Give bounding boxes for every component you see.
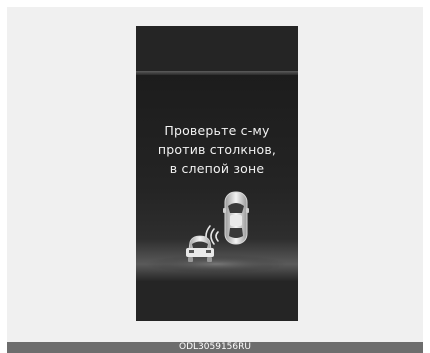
figure-caption: ODL3059156RU [7, 342, 423, 353]
warning-line-2: против столкнов, [157, 142, 277, 157]
warning-message: Проверьте с-му против столкнов, в слепой… [136, 121, 298, 178]
host-car-icon [223, 191, 249, 245]
road-glow [146, 255, 286, 273]
warning-line-3: в слепой зоне [169, 161, 265, 176]
warning-line-1: Проверьте с-му [164, 123, 270, 138]
screen-highlight [136, 71, 298, 75]
blind-spot-scene [146, 191, 286, 273]
warning-screen: Проверьте с-му против столкнов, в слепой… [136, 71, 298, 281]
cluster-display: Проверьте с-му против столкнов, в слепой… [136, 26, 298, 321]
